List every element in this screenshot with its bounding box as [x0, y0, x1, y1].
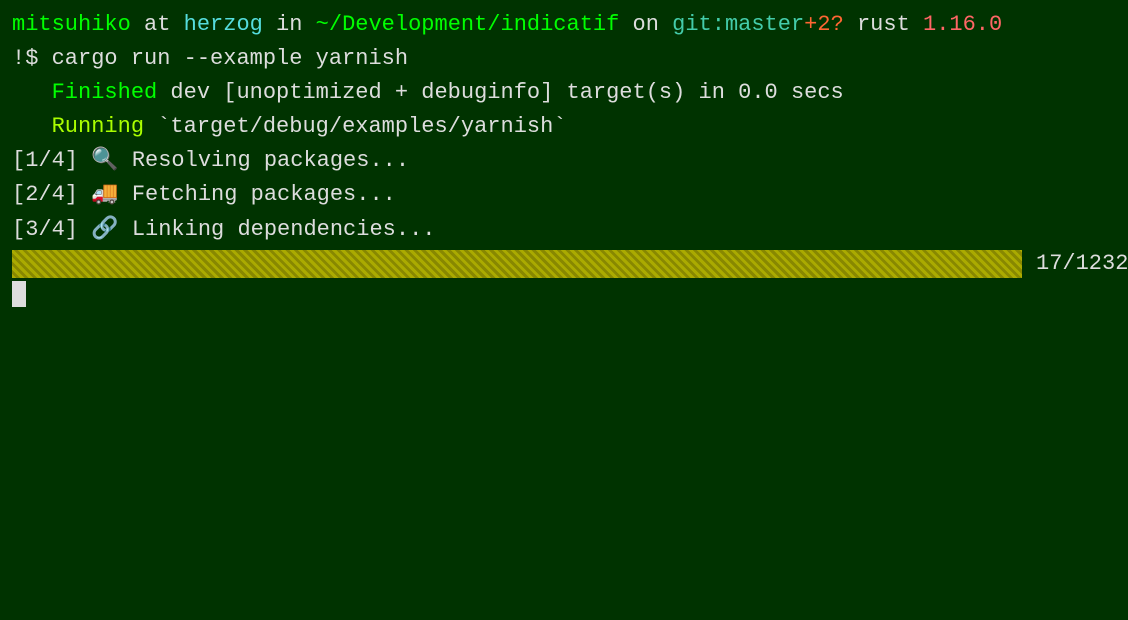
prompt-rust-version: 1.16.0 — [923, 8, 1002, 42]
finished-rest: dev [unoptimized + debuginfo] target(s) … — [157, 76, 844, 110]
prompt-host: herzog — [184, 8, 263, 42]
prompt-git-label: git: — [672, 8, 725, 42]
prompt-user: mitsuhiko — [12, 8, 131, 42]
prompt-at: at — [131, 8, 184, 42]
step3-line: [3/4] 🔗 Linking dependencies... — [12, 213, 1116, 247]
finished-line: Finished dev [unoptimized + debuginfo] t… — [12, 76, 1116, 110]
progress-fill — [12, 250, 26, 278]
command-prefix: !$ — [12, 42, 52, 76]
cursor-line — [12, 281, 1116, 307]
step3-icon: 🔗 — [91, 213, 118, 247]
step1-line: [1/4] 🔍 Resolving packages... — [12, 144, 1116, 178]
running-line: Running `target/debug/examples/yarnish` — [12, 110, 1116, 144]
prompt-path: ~/Development/indicatif — [316, 8, 620, 42]
command-text: cargo run --example yarnish — [52, 42, 408, 76]
step1-prefix: [1/4] — [12, 144, 78, 178]
terminal: mitsuhiko at herzog in ~/Development/ind… — [12, 8, 1116, 612]
step2-prefix: [2/4] — [12, 178, 78, 212]
step3-text: Linking dependencies... — [119, 213, 436, 247]
cursor — [12, 281, 26, 307]
prompt-git-status: +2? — [804, 8, 844, 42]
running-label: Running — [52, 110, 144, 144]
prompt-rust-label: rust — [844, 8, 923, 42]
running-rest: `target/debug/examples/yarnish` — [144, 110, 566, 144]
step3-prefix: [3/4] — [12, 213, 78, 247]
step2-icon: 🚚 — [91, 178, 118, 212]
progress-bar — [12, 250, 1022, 278]
command-line: !$ cargo run --example yarnish — [12, 42, 1116, 76]
step2-line: [2/4] 🚚 Fetching packages... — [12, 178, 1116, 212]
prompt-on: on — [619, 8, 672, 42]
prompt-line: mitsuhiko at herzog in ~/Development/ind… — [12, 8, 1116, 42]
progress-line: 17/1232 — [12, 247, 1116, 281]
step1-text: Resolving packages... — [119, 144, 409, 178]
prompt-git-branch: master — [725, 8, 804, 42]
step2-text: Fetching packages... — [119, 178, 396, 212]
prompt-in: in — [263, 8, 316, 42]
finished-label: Finished — [52, 76, 158, 110]
progress-text: 17/1232 — [1036, 247, 1128, 281]
step1-icon: 🔍 — [91, 144, 118, 178]
